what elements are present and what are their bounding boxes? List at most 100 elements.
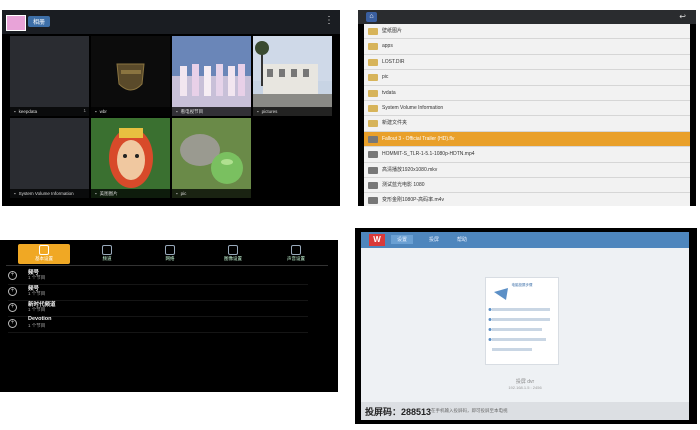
- gallery-tile[interactable]: ▪ System Volume Information: [10, 118, 89, 198]
- gallery-screen: 相册 ⋮ ▪ keepdata 1 ▪ wbr ▪ 看电视节目 ▪ pictur…: [2, 10, 340, 206]
- channel-count: 1 个节目: [28, 291, 46, 296]
- folder-icon: ▪: [257, 109, 259, 114]
- file-row[interactable]: apps: [364, 39, 690, 55]
- channel-item[interactable]: + Devotion 1 个节目: [8, 316, 308, 333]
- tab-basic[interactable]: 基本设置: [18, 244, 70, 264]
- tab-picture[interactable]: 图像设置: [207, 244, 259, 264]
- video-file-icon: [368, 181, 378, 189]
- video-file-icon: [368, 151, 378, 159]
- opera-mask-thumbnail: [91, 118, 170, 198]
- file-row[interactable]: 测试蓝光电影 1080: [364, 178, 690, 194]
- folder-icon: ▪: [95, 191, 97, 196]
- tab-channel[interactable]: 频道: [81, 244, 133, 264]
- file-name: Fallout 3 - Official Trailer (HD).flv: [382, 135, 455, 142]
- folder-icon: [368, 74, 378, 82]
- tab-label: 图像设置: [224, 256, 242, 261]
- tile-label: pic: [180, 191, 187, 196]
- file-row[interactable]: System Volume Information: [364, 101, 690, 117]
- expand-icon: +: [8, 271, 17, 280]
- file-row[interactable]: tvdata: [364, 86, 690, 101]
- video-file-icon: [368, 135, 378, 143]
- tab-settings[interactable]: 设置: [391, 235, 414, 244]
- gallery-tile[interactable]: ▪ keepdata 1: [10, 36, 89, 116]
- channel-settings-screen: 基本设置 频道 网络 图像设置 声音设置 + 频号 1 个节目 + 频号 1 个…: [0, 240, 338, 392]
- channel-item[interactable]: + 频号 1 个节目: [8, 284, 308, 301]
- home-icon[interactable]: ⌂: [366, 12, 377, 22]
- file-row[interactable]: 新建文件夹: [364, 116, 690, 132]
- file-row[interactable]: 高清播放1920x1080.mkv: [364, 163, 690, 178]
- gallery-tile[interactable]: ▪ 美图图片: [91, 118, 170, 198]
- shield-logo-thumbnail: [116, 63, 145, 91]
- gallery-tile[interactable]: ▪ 看电视节目: [172, 36, 251, 116]
- file-name: 新建文件夹: [382, 120, 408, 127]
- network-icon: [165, 245, 175, 255]
- file-list: 壁纸图片 apps LOST.DIR pic tvdata System Volume I…: [364, 24, 690, 206]
- gallery-tile[interactable]: ▪ pictures: [253, 36, 332, 116]
- folder-icon: [368, 58, 378, 66]
- back-icon[interactable]: ↩: [679, 12, 686, 21]
- mirroring-tab-bar: W 设置 投屏 帮助: [361, 232, 689, 248]
- code-bar: 投屏码：288513 在手机输入投屏码，即可投屏至本电视: [361, 402, 689, 420]
- video-file-icon: [368, 197, 378, 205]
- gallery-tab-label[interactable]: 相册: [28, 16, 51, 27]
- file-name: System Volume Information: [382, 104, 444, 111]
- folder-icon: ▪: [95, 109, 97, 114]
- folder-icon: [368, 104, 378, 112]
- tab-sound[interactable]: 声音设置: [270, 244, 322, 264]
- gallery-app-icon[interactable]: [6, 15, 26, 31]
- tile-label: 看电视节目: [180, 109, 204, 114]
- divider: [6, 265, 328, 266]
- tile-label: 美图图片: [99, 191, 118, 196]
- file-row[interactable]: LOST.DIR: [364, 55, 690, 71]
- file-name: 变形金刚1080P-高码率.m4v: [382, 197, 444, 204]
- tab-label: 声音设置: [287, 256, 305, 261]
- building-photo-thumbnail: [253, 36, 332, 116]
- folder-icon: ▪: [14, 109, 16, 114]
- tab-network[interactable]: 网络: [144, 244, 196, 264]
- file-name: HOMMIT-S_TLR-1-5.1-1080p-HDTN.mp4: [382, 151, 475, 158]
- file-browser-screen: ⌂ ↩ 壁纸图片 apps LOST.DIR pic tvdata System Volu…: [358, 10, 696, 206]
- tab-help[interactable]: 帮助: [451, 235, 473, 244]
- instruction-card: 电脑投屏步骤: [485, 277, 559, 365]
- file-name: pic: [382, 74, 389, 81]
- file-name: apps: [382, 43, 393, 50]
- channel-item[interactable]: + 新时代频道 1 个节目: [8, 300, 308, 317]
- tile-label: wbr: [99, 109, 107, 114]
- settings-tab-bar: 基本设置 频道 网络 图像设置 声音设置: [18, 244, 324, 264]
- folder-icon: ▪: [176, 109, 178, 114]
- overflow-menu-icon[interactable]: ⋮: [324, 15, 334, 26]
- folder-icon: [368, 120, 378, 128]
- file-row[interactable]: 变形金刚1080P-高码率.m4v: [364, 193, 690, 206]
- gallery-toolbar: 相册 ⋮: [2, 10, 340, 34]
- file-row[interactable]: 壁纸图片: [364, 24, 690, 40]
- channel-count: 1 个节目: [28, 307, 46, 312]
- device-address: 192.168.1.5 : 2456: [508, 385, 542, 390]
- folder-icon: ▪: [176, 191, 178, 196]
- gallery-tile[interactable]: ▪ wbr: [91, 36, 170, 116]
- mirroring-screen: W 设置 投屏 帮助 电脑投屏步骤 投屏 dvr 192.168.1.5 : 2…: [355, 228, 697, 424]
- channel-item[interactable]: + 频号 1 个节目: [8, 268, 308, 285]
- tile-label: keepdata: [18, 109, 38, 114]
- file-row[interactable]: pic: [364, 70, 690, 86]
- tab-label: 网络: [165, 256, 175, 261]
- gallery-grid: ▪ keepdata 1 ▪ wbr ▪ 看电视节目 ▪ pictures ▪ …: [10, 36, 332, 202]
- app-logo: W: [369, 234, 385, 246]
- tab-mirror[interactable]: 投屏: [423, 235, 445, 244]
- expand-icon: +: [8, 287, 17, 296]
- file-name: tvdata: [382, 89, 396, 96]
- file-row[interactable]: HOMMIT-S_TLR-1-5.1-1080p-HDTN.mp4: [364, 147, 690, 163]
- video-file-icon: [368, 166, 378, 174]
- folder-icon: [368, 89, 378, 97]
- folder-icon: [368, 43, 378, 51]
- file-name: 测试蓝光电影 1080: [382, 181, 425, 188]
- file-name: 壁纸图片: [382, 28, 403, 34]
- stage-photo-thumbnail: [172, 36, 251, 116]
- gallery-tile[interactable]: ▪ pic: [172, 118, 251, 198]
- tile-label: System Volume Information: [18, 191, 74, 196]
- tab-label: 频道: [102, 256, 112, 261]
- file-row[interactable]: Fallout 3 - Official Trailer (HD).flv: [364, 131, 690, 148]
- folder-icon: ▪: [14, 191, 16, 196]
- expand-icon: +: [8, 303, 17, 312]
- channel-count: 1 个节目: [28, 275, 46, 280]
- tab-label: 基本设置: [35, 256, 53, 261]
